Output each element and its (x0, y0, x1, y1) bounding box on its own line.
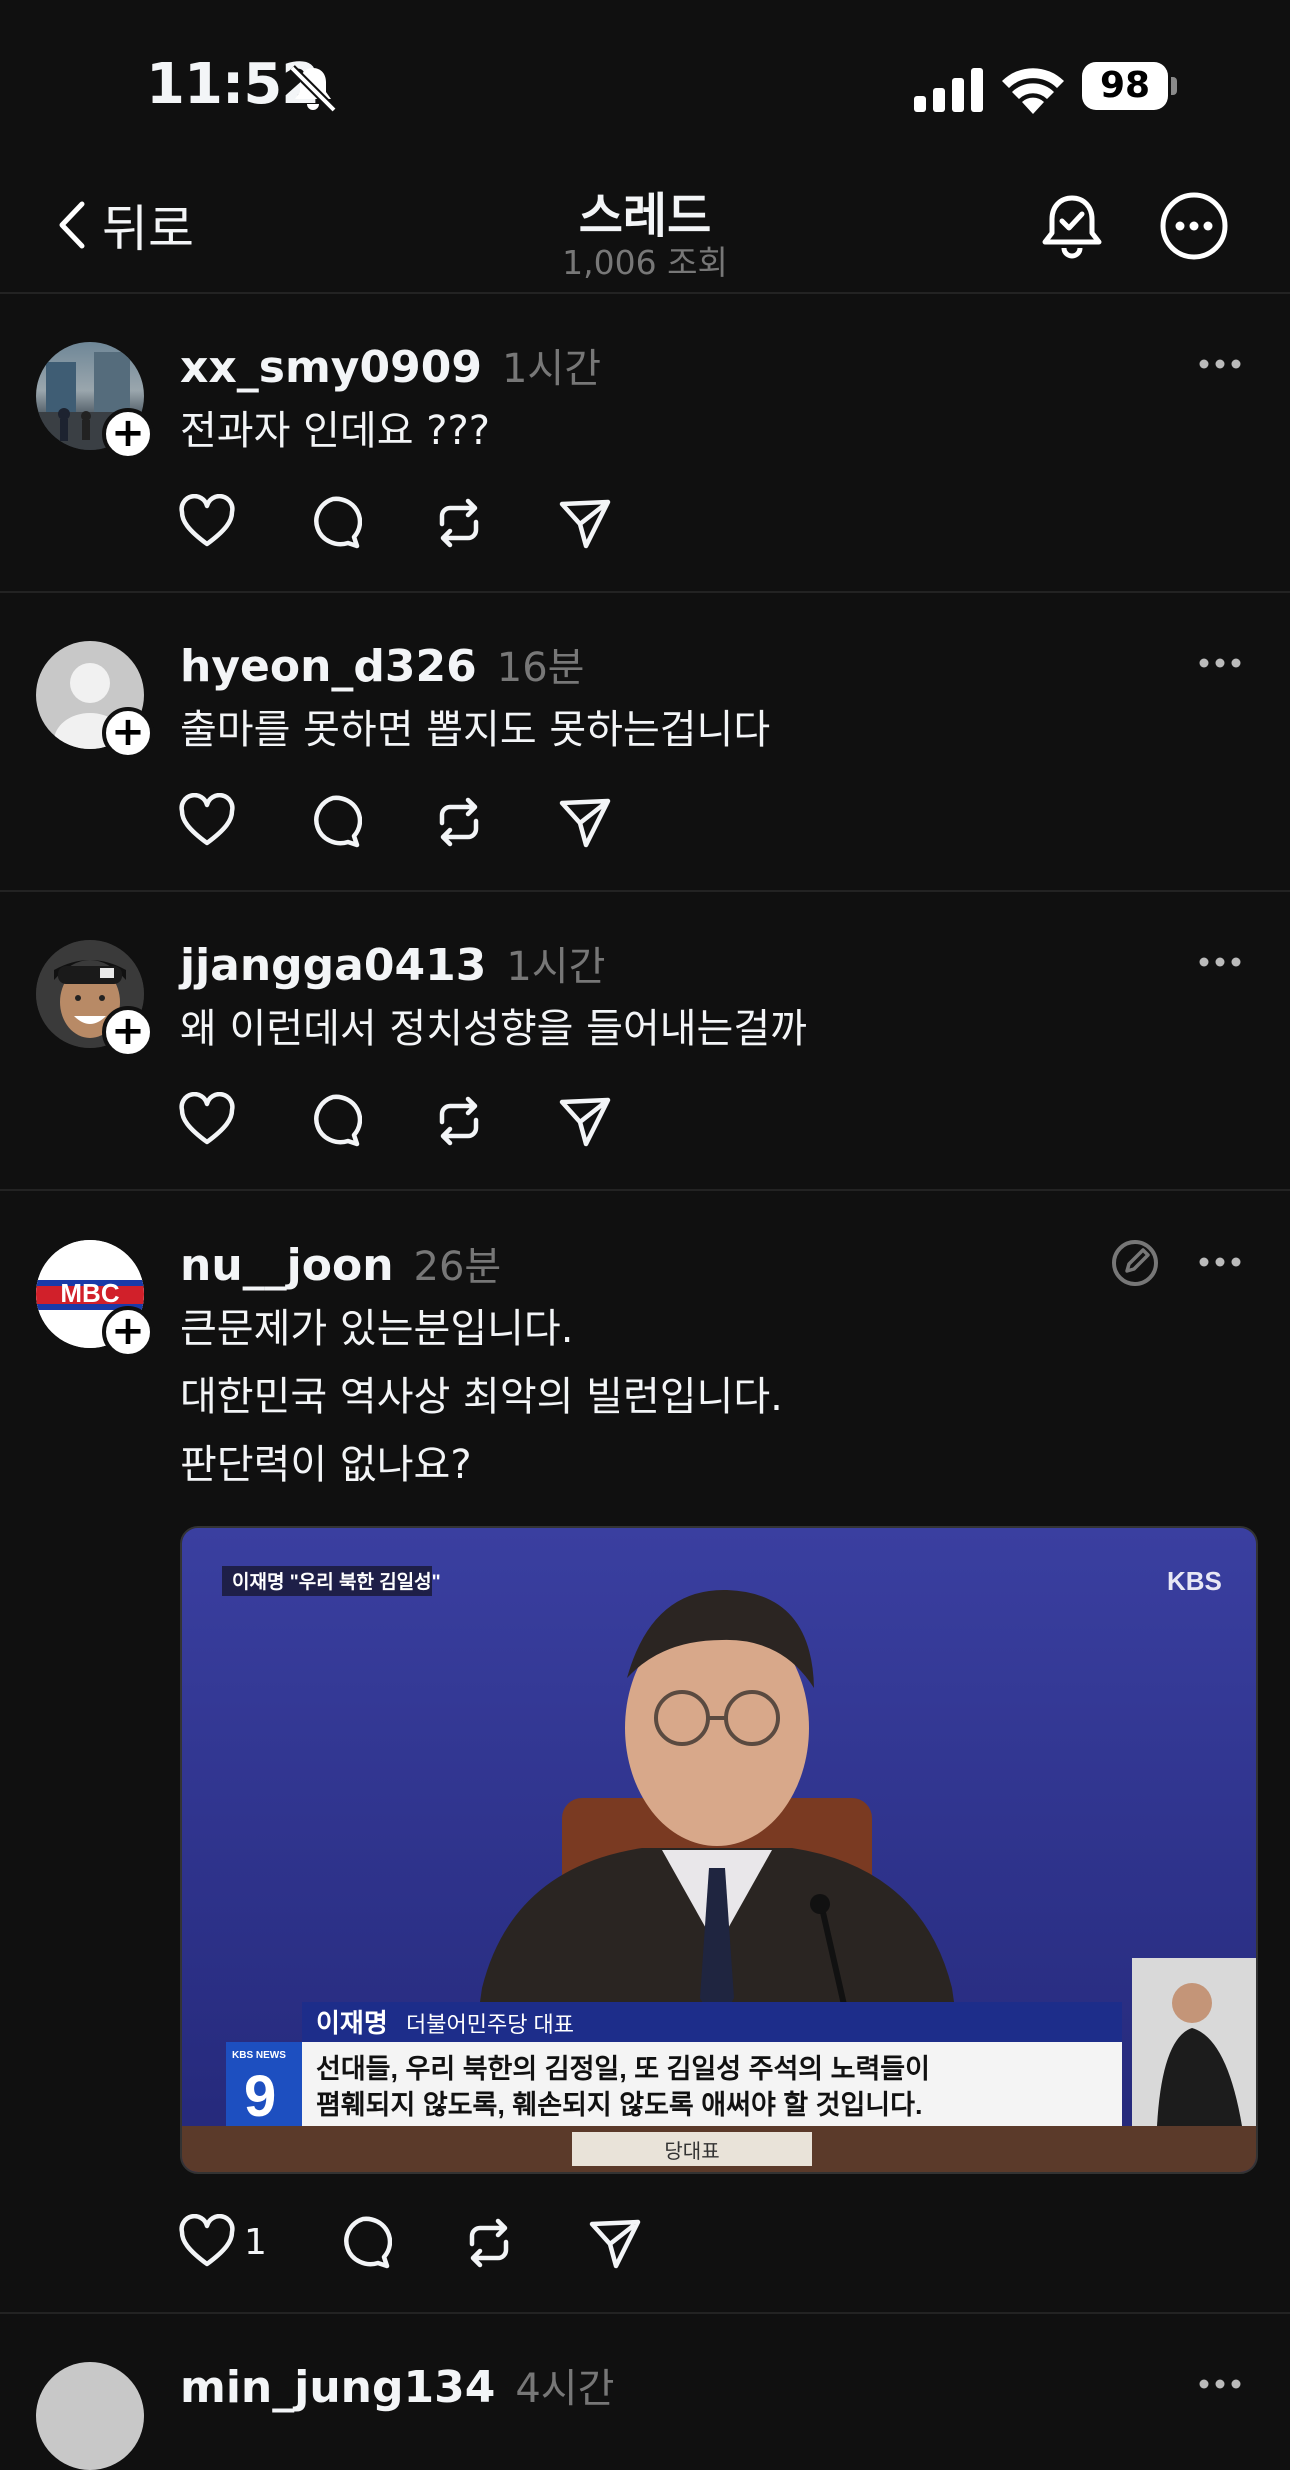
repost-icon[interactable] (430, 793, 488, 851)
battery-level: 98 (1082, 62, 1168, 110)
comment-icon[interactable] (304, 793, 362, 851)
lower-third-role: 더불어민주당 대표 (406, 2012, 574, 2037)
post-more-icon[interactable] (1198, 956, 1242, 968)
more-options-icon[interactable] (1158, 190, 1230, 262)
post-header: nu__joon 26분 (180, 1234, 501, 1292)
avatar-logo-text: MBC (60, 1278, 119, 1308)
comment-icon[interactable] (304, 1092, 362, 1150)
post-text: 출마를 못하면 뽑지도 못하는겁니다 (180, 707, 771, 753)
comment-icon[interactable] (334, 2214, 392, 2272)
comment-icon[interactable] (304, 494, 362, 552)
header-divider (0, 292, 1290, 294)
username[interactable]: hyeon_d326 (180, 641, 477, 692)
username[interactable]: jjangga0413 (180, 940, 486, 991)
like-count: 1 (244, 2222, 267, 2263)
cellular-signal-icon (914, 68, 983, 112)
subtitle-line-2: 폄훼되지 않도록, 훼손되지 않도록 애써야 할 것입니다. (316, 2090, 923, 2120)
notification-bell-icon[interactable] (1036, 190, 1108, 262)
post-text: 왜 이런데서 정치성향을 들어내는걸까 (180, 1006, 807, 1052)
post-image[interactable]: 이재명 "우리 북한 김일성" KBS 이재명 더불어민주당 대표 KBS NE… (180, 1526, 1258, 2174)
post-divider (0, 2312, 1290, 2314)
repost-icon[interactable] (460, 2214, 518, 2272)
bell-muted-icon (289, 65, 337, 113)
share-icon[interactable] (556, 494, 614, 552)
post-text: 전과자 인데요 ??? (180, 408, 490, 454)
follow-plus-button[interactable]: + (102, 408, 154, 460)
nameplate: 당대표 (664, 2140, 719, 2163)
news9-logo: 9 (244, 2064, 276, 2129)
back-label: 뒤로 (102, 200, 194, 258)
post-text-line: 큰문제가 있는분입니다. (180, 1306, 574, 1352)
wifi-icon (1002, 68, 1064, 114)
post-divider (0, 591, 1290, 593)
post-divider (0, 1189, 1290, 1191)
subtitle-line-1: 선대들, 우리 북한의 김정일, 또 김일성 주석의 노력들이 (316, 2054, 930, 2084)
view-count: 1,006 조회 (562, 243, 728, 282)
like-icon[interactable] (178, 793, 236, 851)
kbs-logo: KBS (1167, 1566, 1222, 1596)
post-more-icon[interactable] (1198, 657, 1242, 669)
post-time: 1시간 (501, 346, 602, 392)
username[interactable]: xx_smy0909 (180, 342, 482, 393)
lower-third-name: 이재명 (316, 2008, 388, 2038)
news-broadcast-image: 이재명 "우리 북한 김일성" KBS 이재명 더불어민주당 대표 KBS NE… (182, 1528, 1256, 2172)
post-divider (0, 890, 1290, 892)
post-text-line: 판단력이 없나요? (180, 1442, 472, 1488)
post-more-icon[interactable] (1198, 358, 1242, 370)
chevron-left-icon (59, 201, 85, 249)
battery-tip (1171, 77, 1177, 95)
post-time: 4시간 (515, 2366, 615, 2412)
like-icon[interactable] (178, 1092, 236, 1150)
post-more-icon[interactable] (1198, 1256, 1242, 1268)
follow-plus-button[interactable]: + (102, 1006, 154, 1058)
post-time: 26분 (413, 1244, 502, 1290)
back-button[interactable]: 뒤로 (54, 190, 194, 260)
post-time: 16분 (496, 645, 585, 691)
post-time: 1시간 (506, 944, 606, 990)
post-text-line: 대한민국 역사상 최악의 빌런입니다. (180, 1374, 783, 1420)
like-icon[interactable] (178, 2214, 236, 2272)
follow-plus-button[interactable]: + (102, 1306, 154, 1358)
repost-icon[interactable] (430, 494, 488, 552)
post-header: jjangga0413 1시간 (180, 934, 605, 992)
share-icon[interactable] (556, 793, 614, 851)
like-icon[interactable] (178, 494, 236, 552)
post-header: xx_smy0909 1시간 (180, 336, 601, 394)
share-icon[interactable] (586, 2214, 644, 2272)
edit-disabled-icon (1112, 1240, 1158, 1286)
repost-icon[interactable] (430, 1092, 488, 1150)
post-header: min_jung134 4시간 (180, 2356, 614, 2414)
post-more-icon[interactable] (1198, 2378, 1242, 2390)
username[interactable]: nu__joon (180, 1240, 394, 1291)
post-header: hyeon_d326 16분 (180, 635, 584, 693)
news-caption: 이재명 "우리 북한 김일성" (232, 1571, 441, 1593)
share-icon[interactable] (556, 1092, 614, 1150)
kbs-news-logo: KBS NEWS (232, 2050, 286, 2061)
battery-indicator: 98 (1082, 62, 1178, 110)
avatar[interactable] (36, 2362, 144, 2470)
follow-plus-button[interactable]: + (102, 707, 154, 759)
